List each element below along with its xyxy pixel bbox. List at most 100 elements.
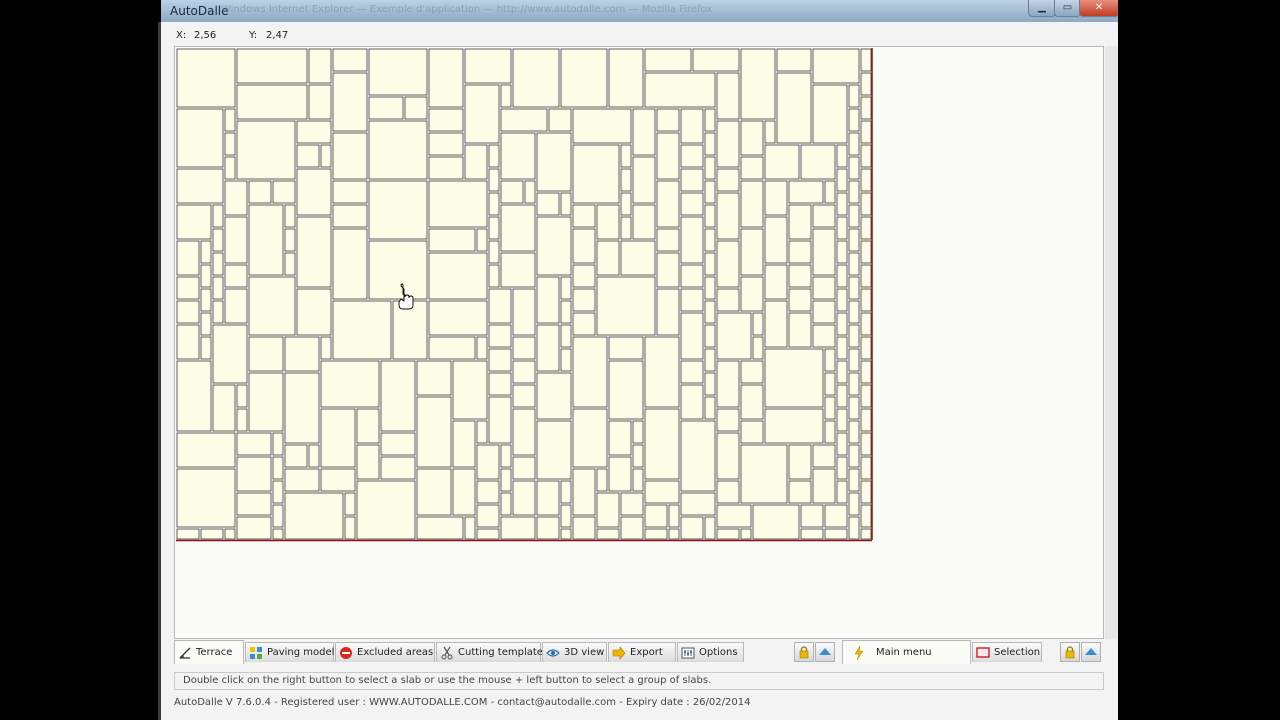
slab: [764, 216, 788, 264]
title-bar[interactable]: AutoDalle Windows Internet Explorer — Ex…: [161, 0, 1118, 22]
slab: [284, 372, 320, 444]
slab: [776, 48, 812, 72]
tab-terrace[interactable]: Terrace: [174, 640, 244, 664]
tab-paving-model[interactable]: Paving model: [245, 642, 334, 662]
slab: [356, 480, 416, 540]
collapse-button-right[interactable]: [1081, 642, 1101, 662]
window-title: AutoDalle: [170, 4, 229, 18]
slab: [416, 516, 464, 540]
lock-button-left[interactable]: [794, 642, 814, 662]
slab: [248, 372, 284, 432]
slab: [848, 252, 860, 276]
slab: [704, 348, 716, 372]
slab: [860, 456, 872, 480]
slab: [320, 360, 380, 408]
slab: [596, 276, 656, 336]
slab: [416, 396, 452, 468]
slab: [596, 492, 620, 528]
lock-button-right[interactable]: [1060, 642, 1080, 662]
slab: [860, 288, 872, 312]
slab: [860, 480, 872, 504]
slab: [320, 336, 332, 360]
slab: [740, 384, 764, 420]
slab: [560, 48, 608, 108]
slab: [428, 228, 476, 252]
slab: [200, 312, 212, 336]
slab: [836, 408, 848, 432]
tab-options[interactable]: Options: [677, 642, 744, 662]
slab: [812, 84, 848, 144]
paving-model-icon: [250, 646, 262, 659]
slab: [680, 264, 704, 288]
slab: [236, 516, 272, 540]
slab: [836, 384, 848, 408]
selection-icon: [976, 646, 990, 658]
slab: [236, 408, 248, 432]
slab: [176, 300, 200, 324]
slab: [224, 132, 236, 156]
slab: [176, 276, 200, 300]
tab-main-menu[interactable]: Main menu: [842, 640, 971, 664]
status-text: AutoDalle V 7.6.0.4 - Registered user : …: [174, 697, 751, 708]
slab: [860, 96, 872, 120]
slab: [332, 204, 368, 228]
collapse-button-left[interactable]: [815, 642, 835, 662]
maximize-icon: ▭: [1062, 2, 1073, 13]
terrace-icon: [179, 647, 191, 659]
slab: [176, 204, 212, 240]
background-window-title: Windows Internet Explorer — Exemple d'ap…: [221, 4, 713, 15]
slab: [452, 360, 488, 420]
slab: [428, 252, 488, 300]
tab-excluded-areas[interactable]: Excluded areas: [335, 642, 435, 662]
slab: [368, 48, 428, 96]
slab: [824, 396, 836, 420]
slab: [332, 132, 368, 180]
slab: [488, 240, 500, 264]
slab: [536, 480, 560, 516]
slab: [716, 288, 740, 312]
slab: [620, 492, 644, 516]
slab: [212, 276, 224, 300]
slab: [836, 264, 848, 288]
tab-cutting-template[interactable]: Cutting template: [436, 642, 543, 662]
maximize-button[interactable]: ▭: [1054, 0, 1081, 17]
slab: [632, 108, 656, 156]
tab-export[interactable]: Export: [608, 642, 676, 662]
slab: [704, 516, 716, 540]
slab: [680, 492, 716, 516]
slab: [344, 492, 356, 516]
slab: [464, 144, 488, 180]
right-scroll-strip[interactable]: [1105, 46, 1118, 639]
slab: [824, 348, 836, 372]
slab: [560, 300, 572, 324]
slab: [836, 360, 848, 384]
tab-selection[interactable]: Selection: [972, 642, 1042, 662]
slab: [572, 288, 596, 312]
slab: [860, 48, 872, 72]
slab-layout[interactable]: [175, 47, 1103, 638]
slab: [848, 516, 860, 540]
slab: [692, 48, 740, 72]
close-button[interactable]: ✕: [1079, 0, 1118, 17]
terrace-canvas[interactable]: [174, 46, 1104, 639]
slab: [740, 420, 764, 444]
slab: [704, 252, 716, 276]
slab: [320, 408, 356, 468]
slab: [680, 384, 704, 420]
minimize-button[interactable]: ▁: [1028, 0, 1056, 17]
slab: [332, 300, 392, 360]
close-icon: ✕: [1094, 2, 1104, 13]
tab-3d-view[interactable]: 3D view: [542, 642, 607, 662]
padlock-icon: [1065, 646, 1075, 659]
slab: [656, 180, 680, 228]
slab: [860, 528, 872, 540]
slab: [500, 516, 536, 540]
options-icon: [681, 647, 695, 658]
y-coord-value: 2,47: [266, 30, 289, 41]
slab: [452, 420, 476, 468]
slab: [644, 528, 668, 540]
slab: [620, 240, 656, 276]
slab: [740, 444, 788, 504]
slab: [488, 348, 512, 372]
slab: [272, 480, 284, 504]
